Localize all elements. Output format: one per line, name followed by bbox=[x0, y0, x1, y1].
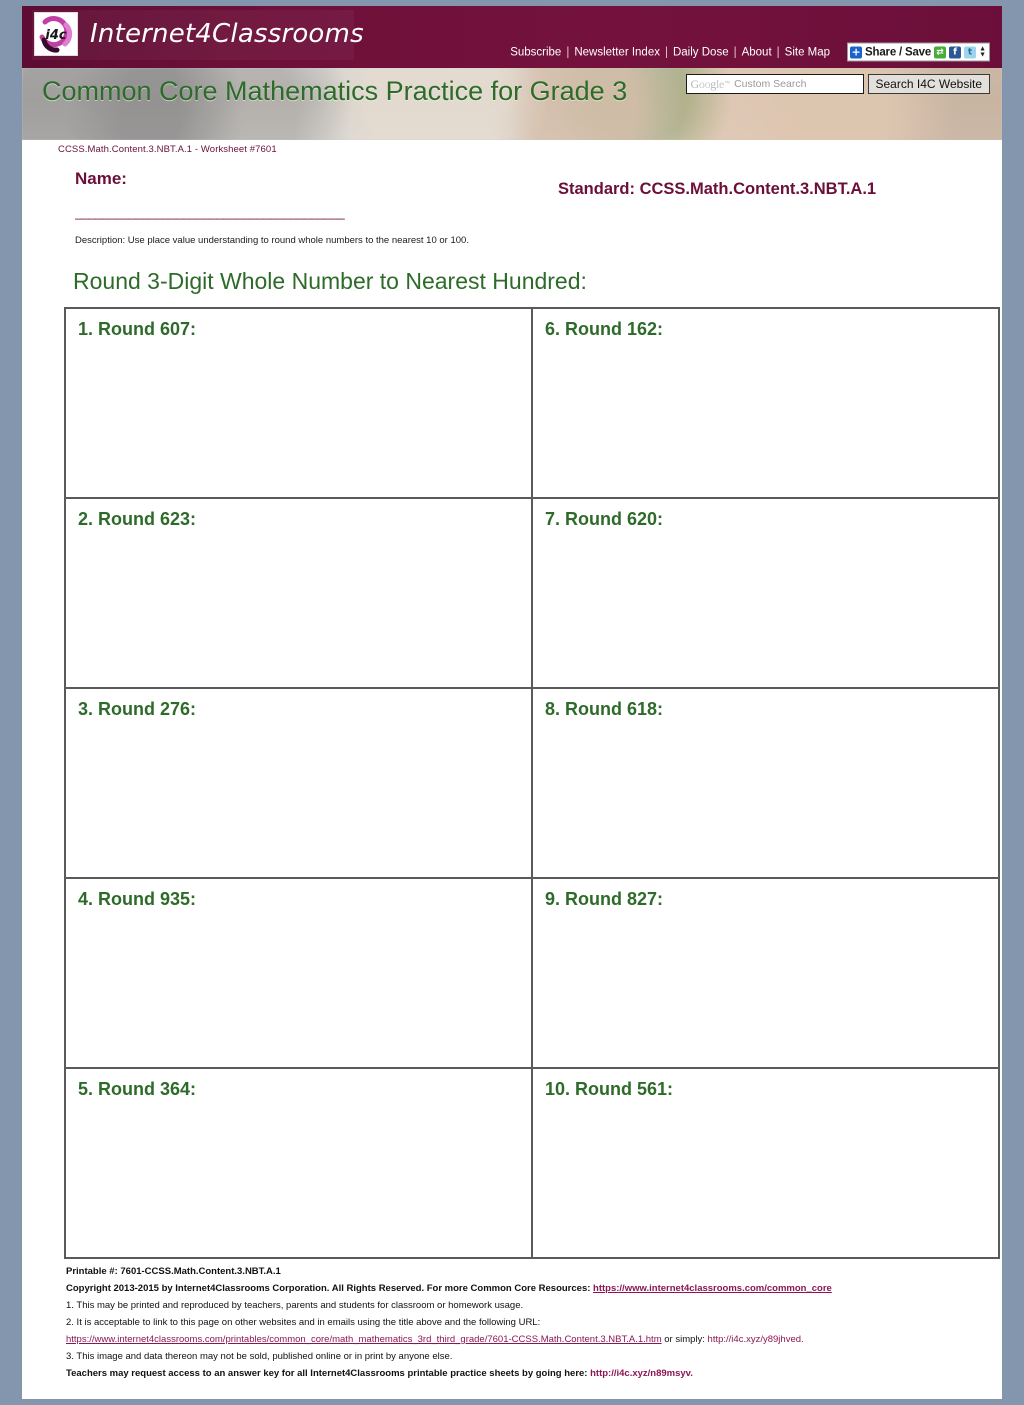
worksheet-url-link[interactable]: https://www.internet4classrooms.com/prin… bbox=[66, 1334, 662, 1345]
site-brand[interactable]: i4c Internet4Classrooms bbox=[22, 6, 364, 62]
problem-label: 10. Round 561: bbox=[545, 1079, 674, 1099]
problem-label: 2. Round 623: bbox=[78, 509, 197, 529]
problem-label: 7. Round 620: bbox=[545, 509, 664, 529]
twitter-icon[interactable]: t bbox=[964, 46, 977, 58]
copyright-line: Copyright 2013-2015 by Internet4Classroo… bbox=[66, 1282, 984, 1294]
search-button[interactable]: Search I4C Website bbox=[867, 74, 990, 94]
problem-label: 3. Round 276: bbox=[78, 699, 197, 719]
brand-name: Internet4Classrooms bbox=[90, 19, 364, 49]
problem-cell[interactable]: 3. Round 276: bbox=[65, 688, 532, 878]
answer-key-link[interactable]: http://i4c.xyz/n89msyv. bbox=[590, 1368, 693, 1379]
search-placeholder: Custom Search bbox=[734, 78, 807, 90]
answer-key-text: Teachers may request access to an answer… bbox=[66, 1367, 591, 1379]
worksheet-url-line: https://www.internet4classrooms.com/prin… bbox=[66, 1333, 984, 1345]
problem-label: 6. Round 162: bbox=[545, 319, 664, 339]
nav-link-about[interactable]: About bbox=[737, 46, 777, 58]
google-logo-icon: Google bbox=[690, 76, 725, 91]
problem-cell[interactable]: 9. Round 827: bbox=[532, 878, 999, 1068]
problem-grid: 1. Round 607: 6. Round 162: 2. Round 623… bbox=[64, 307, 1000, 1259]
worksheet-page: i4c Internet4Classrooms Subscribe | News… bbox=[22, 6, 1002, 1399]
nav-link-subscribe[interactable]: Subscribe bbox=[505, 46, 566, 58]
nav-link-newsletter-index[interactable]: Newsletter Index bbox=[569, 46, 665, 58]
answer-key-line: Teachers may request access to an answer… bbox=[66, 1367, 984, 1379]
description-text: Description: Use place value understandi… bbox=[75, 235, 469, 246]
terms-line-3: 3. This image and data thereon may not b… bbox=[66, 1350, 453, 1362]
problem-cell[interactable]: 8. Round 618: bbox=[532, 688, 999, 878]
problem-label: 9. Round 827: bbox=[545, 889, 664, 909]
problem-cell[interactable]: 1. Round 607: bbox=[65, 308, 532, 498]
name-write-in-line[interactable]: ________________________________________ bbox=[75, 205, 475, 220]
trademark-symbol: ™ bbox=[724, 81, 731, 87]
problem-cell[interactable]: 4. Round 935: bbox=[65, 878, 532, 1068]
facebook-icon[interactable]: f bbox=[949, 46, 962, 58]
worksheet-id-line: CCSS.Math.Content.3.NBT.A.1 - Worksheet … bbox=[58, 144, 277, 155]
problem-cell[interactable]: 5. Round 364: bbox=[65, 1068, 532, 1258]
worksheet-footer: Printable #: 7601-CCSS.Math.Content.3.NB… bbox=[66, 1267, 984, 1379]
search-input[interactable]: Google ™ Custom Search bbox=[685, 74, 864, 94]
down-arrow-icon: ▼ bbox=[979, 51, 986, 58]
problem-cell[interactable]: 10. Round 561: bbox=[532, 1068, 999, 1258]
problem-label: 8. Round 618: bbox=[545, 699, 664, 719]
standard-label: Standard: CCSS.Math.Content.3.NBT.A.1 bbox=[558, 180, 877, 198]
nav-link-site-map[interactable]: Site Map bbox=[780, 46, 835, 58]
problem-cell[interactable]: 7. Round 620: bbox=[532, 498, 999, 688]
updown-arrows-icon[interactable]: ▲ ▼ bbox=[979, 45, 986, 58]
terms-line-1: 1. This may be printed and reproduced by… bbox=[66, 1299, 524, 1311]
i4c-logo-icon[interactable]: i4c bbox=[34, 12, 78, 56]
top-navigation: Subscribe | Newsletter Index | Daily Dos… bbox=[505, 42, 990, 62]
share-icon[interactable]: ⇄ bbox=[934, 46, 947, 58]
site-header: i4c Internet4Classrooms Subscribe | News… bbox=[22, 6, 1002, 68]
copyright-text: Copyright 2013-2015 by Internet4Classroo… bbox=[66, 1282, 594, 1294]
problem-label: 4. Round 935: bbox=[78, 889, 197, 909]
problem-label: 1. Round 607: bbox=[78, 319, 197, 339]
svg-text:i4c: i4c bbox=[45, 28, 67, 43]
plus-icon: + bbox=[850, 45, 863, 58]
short-url-link[interactable]: http://i4c.xyz/y89jhved. bbox=[708, 1334, 804, 1345]
problem-cell[interactable]: 6. Round 162: bbox=[532, 308, 999, 498]
title-banner: Common Core Mathematics Practice for Gra… bbox=[22, 68, 1002, 140]
page-title: Common Core Mathematics Practice for Gra… bbox=[42, 76, 628, 106]
printable-id: Printable #: 7601-CCSS.Math.Content.3.NB… bbox=[66, 1266, 281, 1277]
problem-cell[interactable]: 2. Round 623: bbox=[65, 498, 532, 688]
problem-label: 5. Round 364: bbox=[78, 1079, 197, 1099]
common-core-link[interactable]: https://www.internet4classrooms.com/comm… bbox=[593, 1283, 832, 1294]
name-and-standard-block: Name: __________________________________… bbox=[40, 155, 984, 233]
site-search: Google ™ Custom Search Search I4C Website bbox=[685, 74, 990, 94]
terms-line-2: 2. It is acceptable to link to this page… bbox=[66, 1316, 541, 1328]
nav-link-daily-dose[interactable]: Daily Dose bbox=[668, 46, 734, 58]
worksheet-heading: Round 3-Digit Whole Number to Nearest Hu… bbox=[73, 268, 587, 294]
url-connector: or simply: bbox=[661, 1333, 708, 1345]
share-save-label: Share / Save bbox=[865, 46, 932, 58]
worksheet-body: CCSS.Math.Content.3.NBT.A.1 - Worksheet … bbox=[22, 144, 1002, 1379]
name-label: Name: bbox=[75, 169, 127, 188]
share-save-widget[interactable]: + Share / Save ⇄ f t ▲ ▼ bbox=[847, 42, 990, 62]
